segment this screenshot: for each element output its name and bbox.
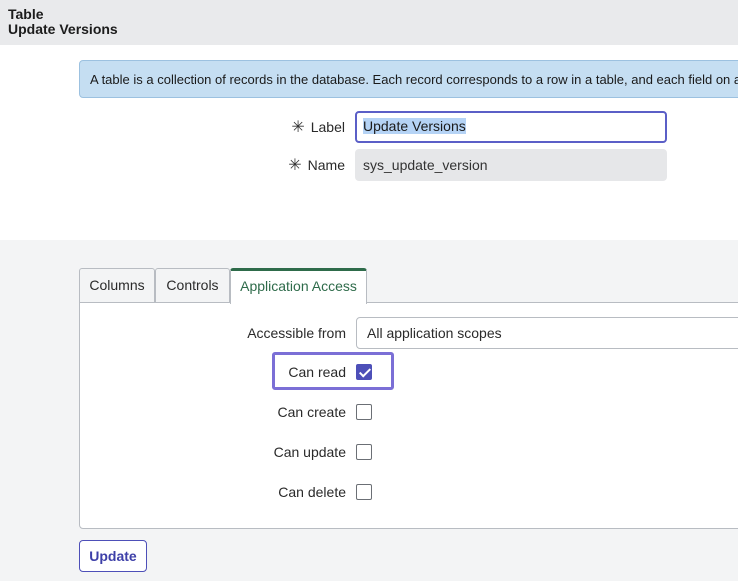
label-row: ✳ Label Update Versions	[0, 111, 738, 143]
info-banner-text: A table is a collection of records in th…	[90, 72, 738, 87]
form-header: Table Update Versions	[0, 0, 738, 45]
can-delete-checkbox[interactable]	[356, 484, 372, 500]
can-create-row: Can create	[0, 396, 738, 428]
label-input-value: Update Versions	[363, 118, 466, 134]
required-icon: ✳	[288, 157, 302, 174]
can-read-label: Can read	[288, 364, 346, 380]
accessible-from-select[interactable]: All application scopes	[356, 317, 738, 349]
accessible-from-row: Accessible from All application scopes	[0, 317, 738, 349]
name-field-label: ✳ Name	[288, 157, 345, 174]
update-button[interactable]: Update	[79, 540, 147, 572]
can-update-checkbox[interactable]	[356, 444, 372, 460]
can-update-label: Can update	[273, 444, 346, 460]
name-input: sys_update_version	[355, 149, 667, 181]
can-update-row: Can update	[0, 436, 738, 468]
can-create-label: Can create	[277, 404, 346, 420]
info-banner: A table is a collection of records in th…	[79, 60, 738, 98]
required-icon: ✳	[291, 119, 305, 136]
table-type-label: Table	[8, 6, 44, 22]
accessible-from-label: Accessible from	[247, 325, 346, 341]
record-title: Update Versions	[8, 21, 118, 37]
label-field-label: ✳ Label	[291, 119, 345, 136]
can-read-row: Can read	[0, 356, 738, 388]
can-delete-label: Can delete	[278, 484, 346, 500]
can-delete-row: Can delete	[0, 476, 738, 508]
can-create-checkbox[interactable]	[356, 404, 372, 420]
name-row: ✳ Name sys_update_version	[0, 149, 738, 181]
tab-columns[interactable]: Columns	[79, 268, 155, 303]
name-input-value: sys_update_version	[363, 157, 488, 173]
tab-application-access[interactable]: Application Access	[230, 268, 367, 304]
tab-controls[interactable]: Controls	[155, 268, 230, 303]
can-read-checkbox[interactable]	[356, 364, 372, 380]
label-input[interactable]: Update Versions	[355, 111, 667, 143]
